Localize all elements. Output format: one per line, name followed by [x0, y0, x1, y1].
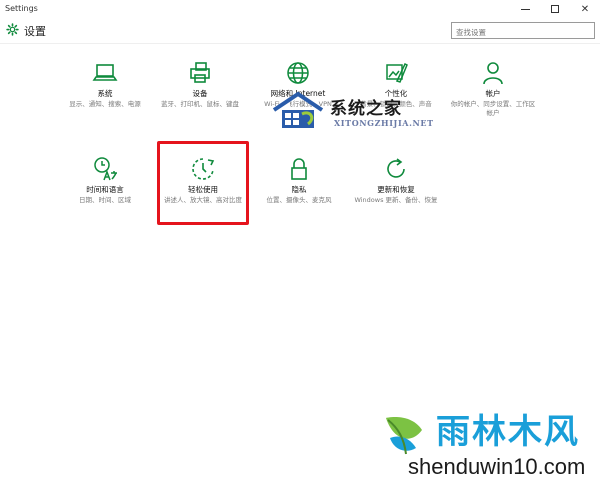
time-language-icon	[92, 156, 118, 182]
maximize-button[interactable]	[540, 0, 570, 18]
site-watermark-yulinmufeng: 雨林木风 shenduwin10.com	[380, 408, 598, 486]
site-watermark-xitongzhijia: 系统之家 XITONGZHIJIA.NET	[272, 88, 452, 134]
tile-time-language[interactable]: 时间和语言 日期、时间、区域	[55, 156, 155, 205]
tile-label: 系统	[97, 89, 113, 98]
tile-system[interactable]: 系统 显示、通知、搜索、电源	[55, 60, 155, 109]
tile-description: 日期、时间、区域	[79, 196, 131, 204]
tile-description: Windows 更新、备份、恢复	[354, 196, 438, 204]
search-input[interactable]	[451, 22, 595, 39]
tile-description: 显示、通知、搜索、电源	[69, 100, 141, 108]
window-title: Settings	[5, 4, 38, 13]
watermark-subtitle: XITONGZHIJIA.NET	[334, 118, 434, 128]
close-button[interactable]: ✕	[570, 0, 600, 18]
tile-label: 时间和语言	[86, 185, 124, 194]
globe-icon	[285, 60, 311, 86]
tile-description: 位置、摄像头、麦克风	[266, 196, 332, 204]
laptop-icon	[92, 60, 118, 86]
title-bar: Settings ✕	[0, 0, 600, 18]
watermark-url: shenduwin10.com	[408, 454, 586, 479]
maximize-icon	[551, 5, 559, 13]
tile-description: 蓝牙、打印机、鼠标、键盘	[161, 100, 239, 108]
tile-privacy[interactable]: 隐私 位置、摄像头、麦克风	[249, 156, 349, 205]
settings-header: 设置	[0, 18, 600, 44]
tile-accounts[interactable]: 帐户 你的帐户、同步设置、工作区帐户	[443, 60, 543, 118]
house-logo-icon	[272, 91, 324, 128]
minimize-icon	[520, 8, 530, 10]
tile-label: 隐私	[291, 185, 307, 194]
tile-description: 你的帐户、同步设置、工作区帐户	[450, 100, 536, 117]
personalization-icon	[383, 60, 409, 86]
close-icon: ✕	[580, 3, 590, 15]
watermark-brand: 雨林木风	[436, 412, 580, 452]
tile-update-recovery[interactable]: 更新和恢复 Windows 更新、备份、恢复	[346, 156, 446, 205]
tile-label: 帐户	[485, 89, 501, 98]
update-icon	[383, 156, 409, 182]
page-title: 设置	[24, 25, 46, 38]
highlight-frame	[157, 141, 249, 225]
tile-label: 更新和恢复	[377, 185, 415, 194]
leaf-logo-icon	[386, 417, 422, 455]
minimize-button[interactable]	[510, 0, 540, 18]
tile-label: 设备	[192, 89, 208, 98]
person-icon	[480, 60, 506, 86]
devices-icon	[187, 60, 213, 86]
tile-devices[interactable]: 设备 蓝牙、打印机、鼠标、键盘	[150, 60, 250, 109]
watermark-title: 系统之家	[330, 99, 402, 119]
gear-icon	[6, 23, 19, 36]
lock-icon	[286, 156, 312, 182]
